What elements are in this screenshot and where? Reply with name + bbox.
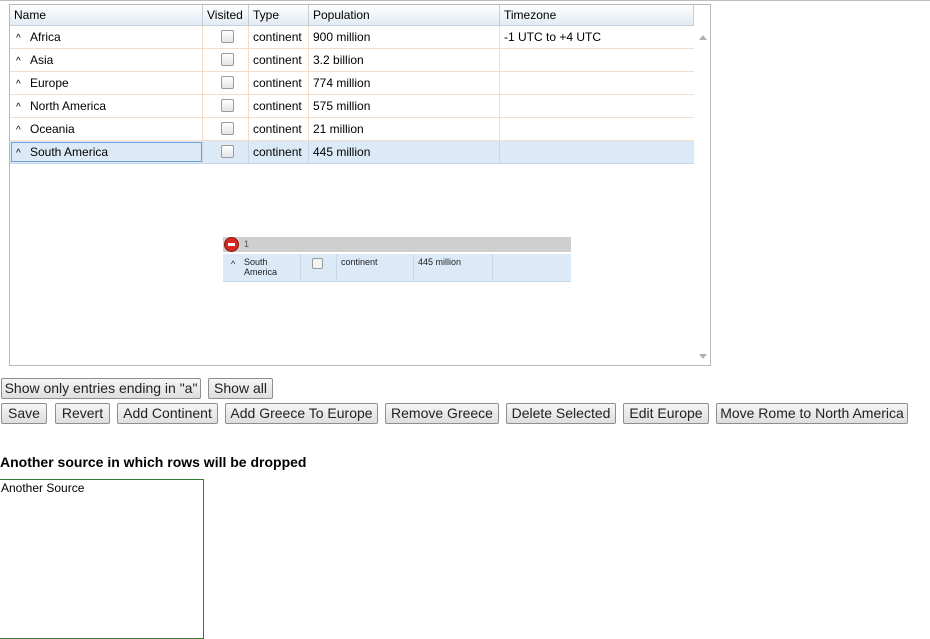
show-all-button[interactable]: Show all [208,378,273,399]
population-cell[interactable]: 575 million [309,95,500,117]
expand-caret-icon[interactable]: ^ [14,28,30,48]
visited-cell [203,118,249,140]
name-cell[interactable]: ^ South America [10,141,203,163]
row-name: South America [30,145,109,159]
table-row-selected[interactable]: ^ South America continent 445 million [10,141,694,164]
expand-caret-icon[interactable]: ^ [14,74,30,94]
drag-checkbox [312,258,323,269]
revert-button[interactable]: Revert [55,403,110,424]
table-row[interactable]: ^ Africa continent 900 million -1 UTC to … [10,26,694,49]
drag-avatar-row: ^ South America continent 445 million [223,254,571,282]
population-cell[interactable]: 900 million [309,26,500,48]
row-name: Europe [30,76,69,90]
visited-checkbox[interactable] [221,29,234,43]
expand-caret-icon[interactable]: ^ [14,143,30,163]
top-divider [0,0,930,1]
column-header-timezone[interactable]: Timezone [500,5,694,25]
add-continent-button[interactable]: Add Continent [117,403,218,424]
remove-greece-button[interactable]: Remove Greece [385,403,499,424]
visited-checkbox[interactable] [221,121,234,135]
table-row[interactable]: ^ North America continent 575 million [10,95,694,118]
population-cell[interactable]: 445 million [309,141,500,163]
save-button[interactable]: Save [1,403,47,424]
table-row[interactable]: ^ Europe continent 774 million [10,72,694,95]
drag-type-cell: continent [337,254,414,281]
move-rome-button[interactable]: Move Rome to North America [716,403,908,424]
type-cell[interactable]: continent [249,49,309,71]
column-header-name[interactable]: Name [10,5,203,25]
add-greece-button[interactable]: Add Greece To Europe [225,403,378,424]
row-name: Asia [30,53,54,67]
drag-visited-cell [301,254,337,281]
drag-name-line1: South [244,257,268,267]
drop-target-label: Another Source [1,481,85,495]
visited-cell [203,72,249,94]
visited-checkbox[interactable] [221,98,234,112]
row-name: Africa [30,30,61,44]
column-header-visited[interactable]: Visited [203,5,249,25]
timezone-cell[interactable] [500,72,694,94]
expand-caret-icon[interactable]: ^ [14,97,30,117]
continents-grid[interactable]: Name Visited Type Population Timezone ^ A… [9,4,711,366]
column-header-population[interactable]: Population [309,5,500,25]
timezone-cell[interactable] [500,118,694,140]
drag-count: 1 [244,239,250,249]
table-row[interactable]: ^ Asia continent 3.2 billion [10,49,694,72]
timezone-cell[interactable] [500,49,694,71]
name-cell[interactable]: ^ North America [10,95,203,117]
edit-europe-button[interactable]: Edit Europe [623,403,709,424]
type-cell[interactable]: continent [249,141,309,163]
type-cell[interactable]: continent [249,26,309,48]
expand-caret-icon: ^ [231,259,236,269]
grid-header: Name Visited Type Population Timezone [10,5,694,26]
visited-checkbox[interactable] [221,52,234,66]
row-name: Oceania [30,122,75,136]
population-cell[interactable]: 774 million [309,72,500,94]
no-drop-icon [224,237,239,252]
visited-checkbox[interactable] [221,75,234,89]
grid-body: Name Visited Type Population Timezone ^ A… [10,5,694,365]
visited-cell [203,95,249,117]
expand-caret-icon[interactable]: ^ [14,120,30,140]
drag-population-cell: 445 million [414,254,493,281]
scroll-up-icon[interactable] [699,35,707,40]
column-header-type[interactable]: Type [249,5,309,25]
vertical-scrollbar[interactable] [695,25,710,365]
visited-cell [203,49,249,71]
delete-selected-button[interactable]: Delete Selected [506,403,616,424]
expand-caret-icon[interactable]: ^ [14,51,30,71]
population-cell[interactable]: 3.2 billion [309,49,500,71]
type-cell[interactable]: continent [249,72,309,94]
visited-cell [203,141,249,163]
timezone-cell[interactable]: -1 UTC to +4 UTC [500,26,694,48]
scroll-down-icon[interactable] [699,354,707,359]
type-cell[interactable]: continent [249,118,309,140]
name-cell[interactable]: ^ Oceania [10,118,203,140]
show-ending-a-button[interactable]: Show only entries ending in "a" [1,378,201,399]
drag-avatar-header: 1 [223,237,571,252]
drop-target-area[interactable]: Another Source [0,479,204,639]
visited-checkbox[interactable] [221,144,234,158]
table-row[interactable]: ^ Oceania continent 21 million [10,118,694,141]
timezone-cell[interactable] [500,141,694,163]
population-cell[interactable]: 21 million [309,118,500,140]
drag-name-cell: ^ South America [223,254,301,281]
drag-name-line2: America [244,267,278,277]
timezone-cell[interactable] [500,95,694,117]
name-cell[interactable]: ^ Asia [10,49,203,71]
name-cell[interactable]: ^ Europe [10,72,203,94]
type-cell[interactable]: continent [249,95,309,117]
drag-timezone-cell [493,254,571,281]
drag-avatar: 1 ^ South America continent 445 million [223,237,571,282]
drop-target-title: Another source in which rows will be dro… [0,454,307,470]
row-name: North America [30,99,107,113]
visited-cell [203,26,249,48]
name-cell[interactable]: ^ Africa [10,26,203,48]
